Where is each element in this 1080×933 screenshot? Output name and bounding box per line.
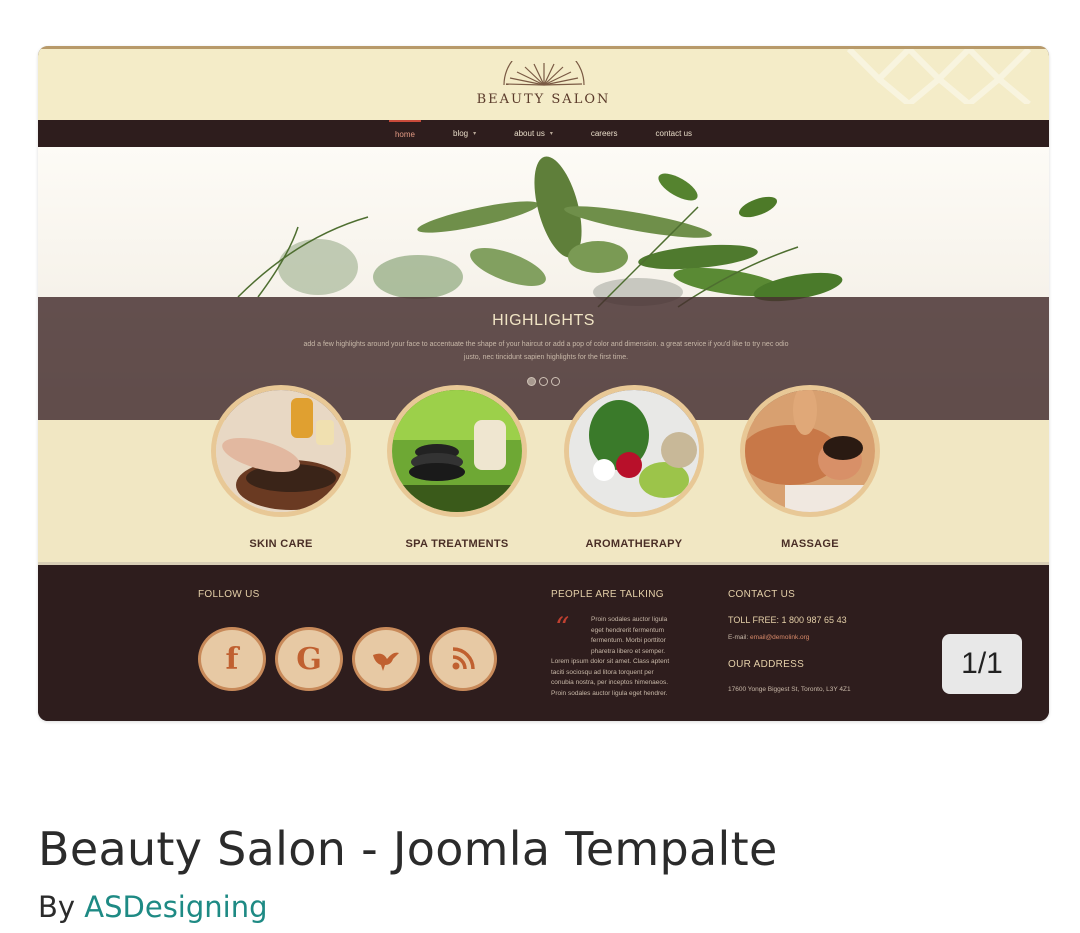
highlight-text: add a few highlights around your face to…	[238, 338, 854, 364]
skin-care-image[interactable]	[211, 385, 351, 517]
nav-item-home[interactable]: home	[388, 120, 421, 147]
quote-line: pharetra libero et semper.	[591, 647, 666, 655]
site-nav: home blog ▾ about us ▾ careers contact u…	[38, 120, 1049, 147]
rss-button[interactable]	[429, 627, 497, 691]
service-skin-care[interactable]: SKIN CARE	[211, 385, 351, 550]
service-label: AROMATHERAPY	[585, 538, 683, 550]
nav-item-blog[interactable]: blog ▾	[447, 120, 482, 147]
massage-icon	[745, 390, 875, 512]
massage-image[interactable]	[740, 385, 880, 517]
address-heading: OUR ADDRESS	[728, 659, 805, 670]
email-link[interactable]: email@demolink.org	[750, 634, 809, 641]
author-byline: By ASDesigning	[38, 890, 268, 924]
listing-title: Beauty Salon - Joomla Tempalte	[38, 822, 778, 876]
service-spa-treatments[interactable]: SPA TREATMENTS	[387, 385, 527, 550]
hero-slider: HIGHLIGHTS add a few highlights around y…	[38, 147, 1049, 420]
by-label: By	[38, 890, 76, 924]
spa-stones-icon	[392, 390, 522, 512]
chevron-down-icon: ▾	[549, 131, 553, 137]
flowers-icon	[569, 390, 699, 512]
service-label: SPA TREATMENTS	[405, 538, 509, 550]
google-button[interactable]: G	[275, 627, 343, 691]
service-label: SKIN CARE	[249, 538, 313, 550]
facebook-button[interactable]: f	[198, 627, 266, 691]
nav-item-about-us[interactable]: about us ▾	[508, 120, 559, 147]
quote-icon: “	[555, 611, 570, 644]
nav-label: careers	[590, 129, 618, 138]
nav-item-contact-us[interactable]: contact us	[650, 120, 698, 147]
nav-item-careers[interactable]: careers	[585, 120, 624, 147]
highlight-title: HIGHLIGHTS	[492, 312, 595, 329]
slider-dot[interactable]	[527, 377, 536, 386]
highlight-text-line: justo, nec tincidunt sapien highlights f…	[463, 354, 629, 361]
decorative-pattern	[846, 49, 1032, 104]
services-row: SKIN CARE SPA TREATMENTS AROMATHERAPY MA…	[38, 385, 1049, 565]
quote-text-indented: Proin sodales auctor ligula eget hendrer…	[591, 615, 667, 657]
service-massage[interactable]: MASSAGE	[740, 385, 880, 550]
service-aromatherapy[interactable]: AROMATHERAPY	[564, 385, 704, 550]
chevron-down-icon: ▾	[473, 131, 477, 137]
sunburst-logo-icon	[503, 61, 585, 86]
highlight-text-line: add a few highlights around your face to…	[303, 341, 789, 348]
email-line: E-mail: email@demolink.org	[728, 634, 809, 641]
bird-button[interactable]	[352, 627, 420, 691]
google-icon: G	[296, 641, 322, 677]
quote-line: Lorem ipsum dolor sit amet. Class aptent	[551, 658, 670, 665]
quote-line: conubia nostra, per inceptos himenaeos.	[551, 679, 669, 686]
quote-line: eget hendrerit fermentum	[591, 626, 664, 634]
follow-heading: FOLLOW US	[198, 589, 260, 600]
toll-free-number: TOLL FREE: 1 800 987 65 43	[728, 615, 847, 625]
quote-text-body: Lorem ipsum dolor sit amet. Class aptent…	[551, 657, 669, 699]
image-counter: 1/1	[942, 634, 1022, 694]
nav-label: blog	[453, 129, 469, 138]
site-header: BEAUTY SALON	[38, 46, 1049, 120]
slider-dots	[38, 377, 1049, 386]
contact-heading: CONTACT US	[728, 589, 796, 600]
skin-care-icon	[216, 390, 346, 512]
slider-dot[interactable]	[539, 377, 548, 386]
quote-line: Proin sodales auctor ligula eget hendrer…	[551, 689, 668, 697]
spa-treatments-image[interactable]	[387, 385, 527, 517]
nav-label: about us	[514, 129, 545, 138]
nav-label: contact us	[655, 129, 693, 138]
service-label: MASSAGE	[781, 538, 839, 550]
address-text: 17600 Yonge Biggest St, Toronto, L3Y 4Z1	[728, 686, 851, 693]
site-footer: FOLLOW US f G PEOPLE ARE TALKING “ Proin…	[38, 565, 1049, 721]
quote-line: Proin sodales auctor ligula	[591, 616, 668, 623]
email-label: E-mail:	[728, 634, 749, 641]
facebook-icon: f	[225, 641, 239, 677]
nav-label: home	[394, 130, 415, 139]
bird-icon	[373, 652, 399, 671]
quote-line: taciti sociosqu ad litora torquent per	[551, 668, 654, 676]
template-preview[interactable]: BEAUTY SALON home blog ▾ about us ▾ care…	[38, 46, 1049, 721]
author-link[interactable]: ASDesigning	[84, 890, 267, 924]
talking-heading: PEOPLE ARE TALKING	[551, 589, 664, 600]
aromatherapy-image[interactable]	[564, 385, 704, 517]
quote-line: fermentum. Morbi porttitor	[591, 637, 666, 644]
highlight-band: HIGHLIGHTS add a few highlights around y…	[38, 297, 1049, 420]
rss-icon	[452, 647, 475, 670]
slider-dot[interactable]	[551, 377, 560, 386]
